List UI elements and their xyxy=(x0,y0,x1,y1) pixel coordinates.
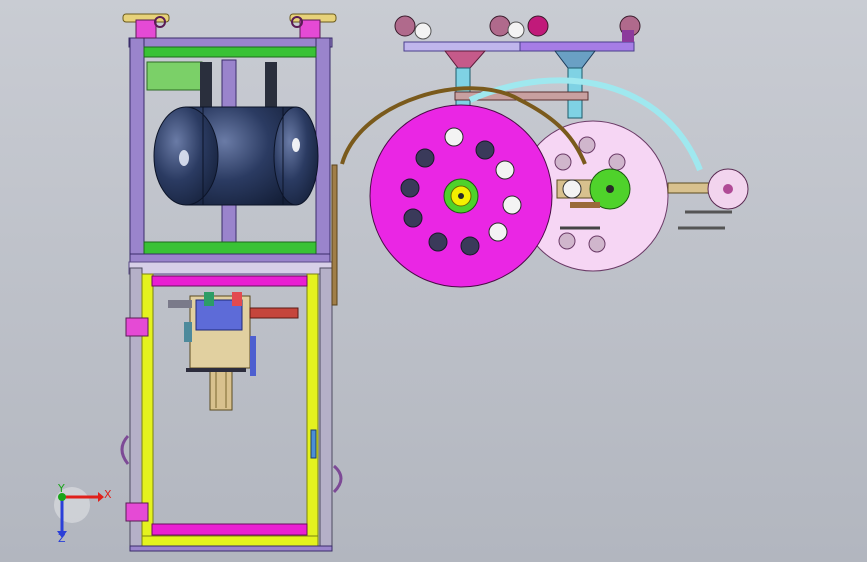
cad-model-view[interactable] xyxy=(0,0,867,562)
top-rail xyxy=(403,41,635,52)
spool-row xyxy=(394,15,641,42)
caster-left xyxy=(122,13,170,39)
cad-viewport[interactable]: X Y Z xyxy=(0,0,867,562)
pressure-tank xyxy=(153,106,319,206)
inner-mechanism xyxy=(168,292,299,411)
caster-right xyxy=(289,13,337,39)
guide-wheel xyxy=(667,168,749,230)
disk-magenta xyxy=(369,104,553,288)
